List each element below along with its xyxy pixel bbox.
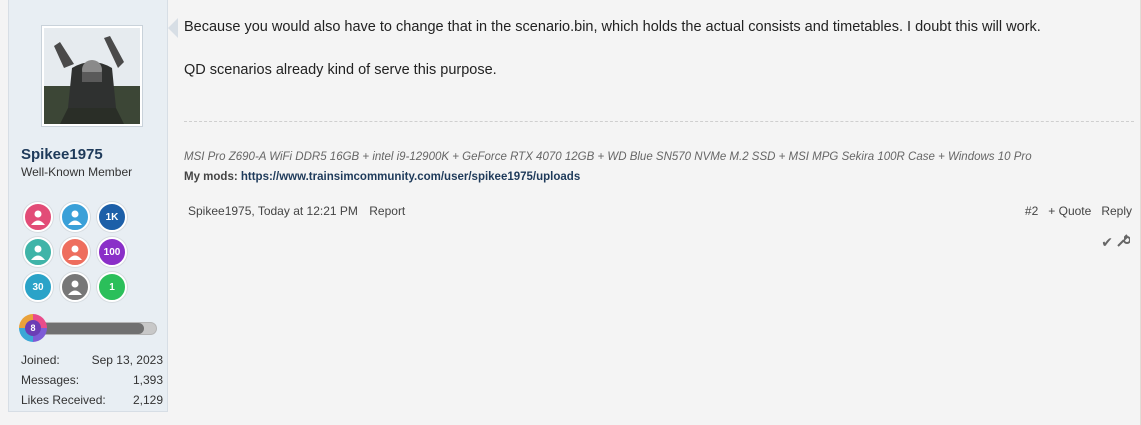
trophy-grid: 1K 100 30 1	[23, 202, 133, 302]
stat-joined: Joined: Sep 13, 2023	[21, 350, 163, 370]
stat-messages-label: Messages:	[21, 373, 80, 387]
trophy-label: 30	[32, 281, 44, 293]
check-icon[interactable]: ✔	[1101, 234, 1113, 251]
trophy-label: 100	[103, 246, 121, 258]
post-arrow	[168, 18, 178, 38]
stat-messages: Messages: 1,393	[21, 370, 163, 390]
level-number: 8	[25, 320, 41, 336]
avatar-image	[44, 28, 140, 124]
signature-mods: My mods: https://www.trainsimcommunity.c…	[184, 171, 580, 183]
signature-divider	[184, 121, 1134, 122]
post-content: Because you would also have to change th…	[168, 0, 1140, 425]
person-silhouette-icon	[68, 245, 82, 260]
count-1-badge[interactable]: 1	[97, 272, 127, 302]
stat-messages-value[interactable]: 1,393	[133, 373, 163, 387]
forum-post: Spikee1975 Well-Known Member 1K 100 30 1 8 …	[0, 0, 1141, 425]
trophy-label: 1K	[105, 211, 119, 223]
person-red-icon[interactable]	[23, 202, 53, 232]
trophy-label: 1	[109, 281, 115, 293]
reply-button[interactable]: Reply	[1101, 204, 1132, 218]
quote-button[interactable]: + Quote	[1048, 204, 1091, 218]
message-body: Because you would also have to change th…	[184, 18, 1134, 104]
count-30-badge[interactable]: 30	[23, 272, 53, 302]
person-silhouette-icon	[68, 210, 82, 225]
level-badge: 8	[19, 314, 47, 342]
user-stats: Joined: Sep 13, 2023 Messages: 1,393 Lik…	[21, 350, 163, 410]
stat-likes: Likes Received: 2,129	[21, 390, 163, 410]
signature-mods-link[interactable]: https://www.trainsimcommunity.com/user/s…	[241, 171, 580, 183]
person-silhouette-icon	[31, 245, 45, 260]
xp-progress-track	[39, 322, 157, 335]
post-byline[interactable]: Spikee1975, Today at 12:21 PM	[188, 204, 358, 218]
avatar[interactable]	[41, 25, 143, 127]
likes-1k-badge[interactable]: 1K	[97, 202, 127, 232]
person-silhouette-icon	[68, 280, 82, 295]
experience-bar[interactable]: 8	[19, 314, 159, 344]
person-silhouette-icon	[31, 210, 45, 225]
stat-joined-label: Joined:	[21, 353, 60, 367]
user-title: Well-Known Member	[21, 165, 133, 179]
post-actions: #2 + Quote Reply	[1025, 204, 1132, 218]
wrench-icon[interactable]	[1116, 234, 1131, 251]
username[interactable]: Spikee1975	[21, 146, 103, 163]
signature-specs: MSI Pro Z690-A WiFi DDR5 16GB + intel i9…	[184, 151, 1032, 163]
moderator-tools: ✔	[1101, 234, 1131, 251]
stat-likes-label: Likes Received:	[21, 393, 106, 407]
signature-mods-label: My mods:	[184, 171, 238, 183]
count-100-badge[interactable]: 100	[97, 237, 127, 267]
post-meta: Spikee1975, Today at 12:21 PM Report	[188, 204, 405, 218]
avatar-figure-icon	[44, 28, 140, 124]
message-paragraph: Because you would also have to change th…	[184, 19, 1041, 35]
user-info-column: Spikee1975 Well-Known Member 1K 100 30 1 8 …	[8, 0, 168, 412]
report-link[interactable]: Report	[369, 204, 405, 218]
stat-joined-value: Sep 13, 2023	[91, 353, 163, 367]
person-blue-icon[interactable]	[60, 202, 90, 232]
xp-progress-fill	[40, 323, 145, 334]
message-paragraph: QD scenarios already kind of serve this …	[184, 62, 497, 78]
person-coral-icon[interactable]	[60, 237, 90, 267]
stat-likes-value: 2,129	[132, 393, 163, 407]
person-gray-icon[interactable]	[60, 272, 90, 302]
person-teal-icon[interactable]	[23, 237, 53, 267]
post-number-link[interactable]: #2	[1025, 204, 1038, 218]
